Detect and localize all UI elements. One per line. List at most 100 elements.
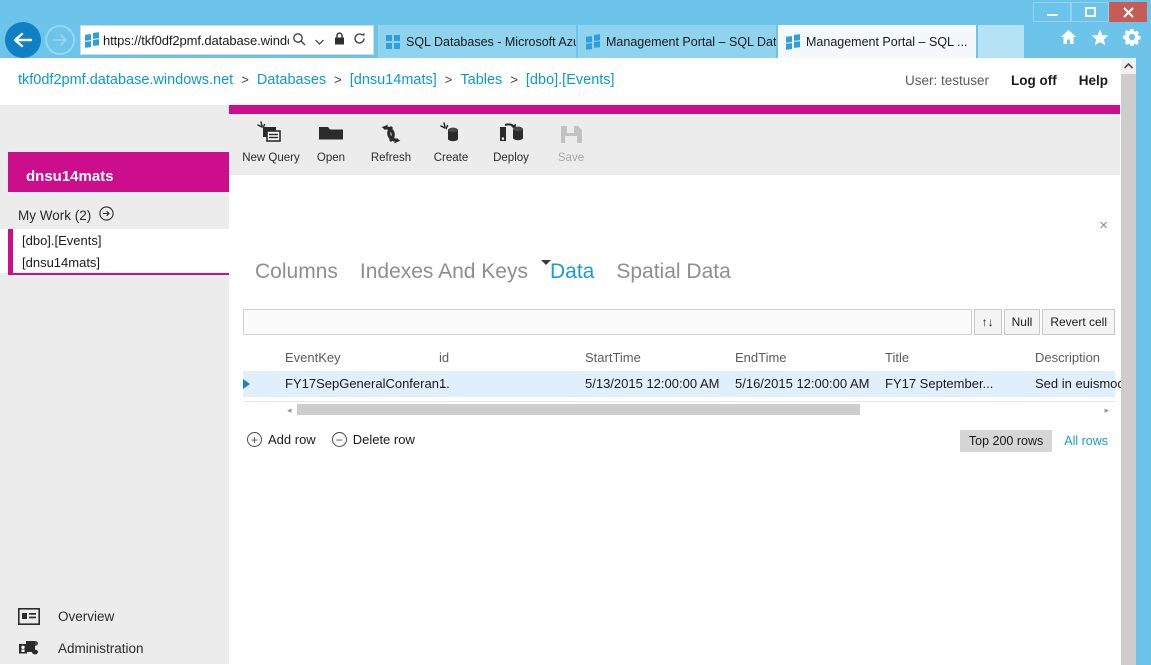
new-query-label: New Query [242,152,300,164]
browser-tab-0[interactable]: SQL Databases - Microsoft Azure [378,25,576,58]
row-selector-icon [243,379,250,389]
new-query-button[interactable]: New Query [241,118,301,172]
refresh-button[interactable]: Refresh [361,118,421,172]
create-button[interactable]: Create [421,118,481,172]
new-query-icon [255,118,287,150]
save-button: Save [541,118,601,172]
maximize-button[interactable] [1071,2,1109,22]
refresh-icon[interactable] [349,32,369,48]
home-icon[interactable] [1060,29,1077,50]
grid-cell-eventkey[interactable]: FY17SepGeneralConferan... [285,376,450,391]
grid-cell-title[interactable]: FY17 September... [885,376,993,391]
table-row[interactable]: FY17SepGeneralConferan... 1 5/13/2015 12… [243,371,1125,397]
browser-tab-2[interactable]: Management Portal – SQL ... × [778,25,976,58]
browser-chrome: https://tkf0df2pmf.database.windo... SQL… [0,0,1151,58]
save-label: Save [557,152,585,164]
grid-column-header-5[interactable]: Description [1035,350,1100,365]
plus-circle-icon: + [247,432,262,447]
scroll-up-icon[interactable] [1121,58,1136,74]
scrollbar-thumb[interactable] [1121,74,1136,665]
my-work-label: My Work (2) [18,207,92,223]
browser-tab-1[interactable]: Management Portal – SQL Dat... [578,25,776,58]
tab-indexes-and-keys[interactable]: Indexes And Keys [360,260,528,284]
tab-close-icon[interactable]: × [973,34,976,49]
breadcrumb-item-0[interactable]: tkf0df2pmf.database.windows.net [18,72,233,88]
grid-column-header-4[interactable]: Title [885,350,909,365]
my-work-header[interactable]: My Work (2) [18,206,114,224]
current-user-label: User: testuser [904,73,989,88]
create-label: Create [433,152,469,164]
breadcrumb-separator: > [334,72,342,87]
star-icon[interactable] [1091,29,1109,51]
sidebar-work-item-1[interactable]: [dnsu14mats] [0,251,229,273]
back-button[interactable] [5,22,41,58]
row-count-toggle: Top 200 rows All rows [959,430,1108,452]
top-200-rows-button[interactable]: Top 200 rows [959,430,1053,452]
content-area: New Query Open Refresh Create Deploy Sav… [229,105,1136,665]
grid-column-header-3[interactable]: EndTime [735,350,787,365]
scroll-left-icon[interactable]: ◂ [287,405,292,416]
window-right-edge [1136,58,1151,665]
close-panel-button[interactable]: × [1099,217,1108,234]
grid-column-header-1[interactable]: id [439,350,449,365]
sidebar-work-item-0[interactable]: [dbo].[Events] [0,229,229,251]
breadcrumb-item-4[interactable]: [dbo].[Events] [526,72,615,88]
tab-strip-empty [978,25,1024,58]
database-admin-icon [16,636,42,660]
add-row-button[interactable]: + Add row [247,432,316,447]
arrow-left-icon [13,32,33,48]
delete-row-label: Delete row [352,432,415,447]
grid-column-header-2[interactable]: StartTime [585,350,641,365]
tab-spatial-data[interactable]: Spatial Data [616,260,730,284]
chevron-down-icon [541,260,551,265]
all-rows-button[interactable]: All rows [1064,434,1108,448]
arrow-right-icon [53,34,67,46]
cell-editor-input[interactable] [243,309,972,335]
grid-cell-starttime[interactable]: 5/13/2015 12:00:00 AM [585,376,719,391]
chevron-down-icon[interactable] [309,33,329,48]
tab-columns[interactable]: Columns [255,260,338,284]
breadcrumb-item-2[interactable]: [dnsu14mats] [350,72,437,88]
browser-tab-1-title: Management Portal – SQL Dat... [606,34,776,49]
gear-icon[interactable] [1123,28,1141,51]
delete-row-button[interactable]: − Delete row [331,432,415,447]
open-button[interactable]: Open [301,118,361,172]
padlock-icon [329,32,349,48]
browser-toolbar-icons [1060,28,1141,51]
help-link[interactable]: Help [1079,73,1108,88]
minimize-button[interactable] [1033,2,1071,22]
breadcrumb-item-3[interactable]: Tables [460,72,502,88]
scrollbar-thumb[interactable] [297,404,860,415]
close-button[interactable] [1109,2,1147,22]
page-vertical-scrollbar[interactable] [1121,58,1136,665]
sidebar-work-item-0-label: [dbo].[Events] [22,232,102,248]
search-icon[interactable] [289,32,309,49]
sidebar-item-overview[interactable]: Overview [0,600,229,632]
tab-data[interactable]: Data [550,260,594,284]
arrow-right-circle-icon[interactable] [99,206,114,224]
grid-header-row: EventKey id StartTime EndTime Title Desc… [243,347,1115,371]
grid-column-header-0[interactable]: EventKey [285,350,341,365]
sort-button[interactable]: ↑↓ [973,309,1002,335]
portal-header: tkf0df2pmf.database.windows.net > Databa… [0,58,1136,105]
grid-cell-endtime[interactable]: 5/16/2015 12:00:00 AM [735,376,869,391]
portal-page: tkf0df2pmf.database.windows.net > Databa… [0,58,1136,665]
grid-cell-id[interactable]: 1 [439,376,446,391]
sidebar-item-administration[interactable]: Administration [0,632,229,664]
maximize-icon [1084,7,1096,17]
forward-button[interactable] [45,25,75,55]
grid-cell-description[interactable]: Sed in euismod [1035,376,1125,391]
sidebar-accent-bar [8,152,229,161]
deploy-button[interactable]: Deploy [481,118,541,172]
revert-cell-button[interactable]: Revert cell [1042,309,1115,335]
header-account-area: User: testuser Log off Help [905,73,1108,88]
site-logo-icon [85,32,99,48]
null-button[interactable]: Null [1003,309,1041,335]
address-bar[interactable]: https://tkf0df2pmf.database.windo... [80,25,374,55]
refresh-icon [375,118,407,150]
sidebar-item-overview-label: Overview [58,608,115,624]
log-off-link[interactable]: Log off [1011,73,1057,88]
breadcrumb-item-1[interactable]: Databases [257,72,326,88]
grid-horizontal-scrollbar[interactable]: ◂ ▸ [243,401,1115,415]
scroll-right-icon[interactable]: ▸ [1104,405,1109,416]
